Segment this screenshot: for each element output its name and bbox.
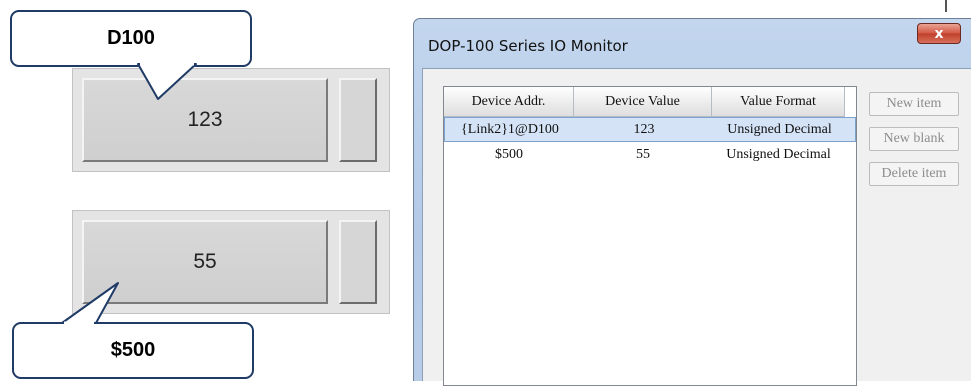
cell-device-value: 123: [633, 121, 655, 137]
list-row[interactable]: {Link2}1@D100 123 Unsigned Decimal: [444, 117, 856, 142]
new-item-button[interactable]: New item: [869, 92, 959, 116]
delete-item-button[interactable]: Delete item: [869, 162, 959, 186]
callout-d100-pointer: [137, 62, 197, 100]
cell-value-format: Unsigned Decimal: [726, 146, 831, 162]
dialog-client-area: Device Addr. Device Value Value Format {…: [422, 68, 971, 386]
callout-500: $500: [12, 322, 254, 379]
column-header-device-value[interactable]: Device Value: [574, 87, 712, 117]
device-list[interactable]: Device Addr. Device Value Value Format {…: [443, 86, 857, 386]
new-blank-button[interactable]: New blank: [869, 127, 959, 151]
list-row[interactable]: $500 55 Unsigned Decimal: [444, 142, 856, 167]
callout-500-pointer: [61, 282, 119, 325]
cell-device-addr: {Link2}1@D100: [461, 121, 559, 137]
column-header-device-addr[interactable]: Device Addr.: [444, 87, 574, 117]
column-header-value-format[interactable]: Value Format: [712, 87, 845, 117]
numeric-display-side-button[interactable]: [339, 78, 377, 162]
list-header: Device Addr. Device Value Value Format: [444, 87, 856, 117]
cell-device-addr: $500: [495, 146, 523, 162]
window-title: DOP-100 Series IO Monitor: [428, 37, 628, 55]
cell-value-format: Unsigned Decimal: [727, 121, 832, 137]
numeric-display-side-button[interactable]: [339, 220, 377, 304]
close-icon: x: [934, 25, 944, 42]
io-monitor-window[interactable]: DOP-100 Series IO Monitor x Device Addr.…: [413, 18, 971, 386]
cell-device-value: 55: [636, 146, 650, 162]
background-divider: [945, 0, 947, 12]
close-button[interactable]: x: [917, 23, 961, 44]
